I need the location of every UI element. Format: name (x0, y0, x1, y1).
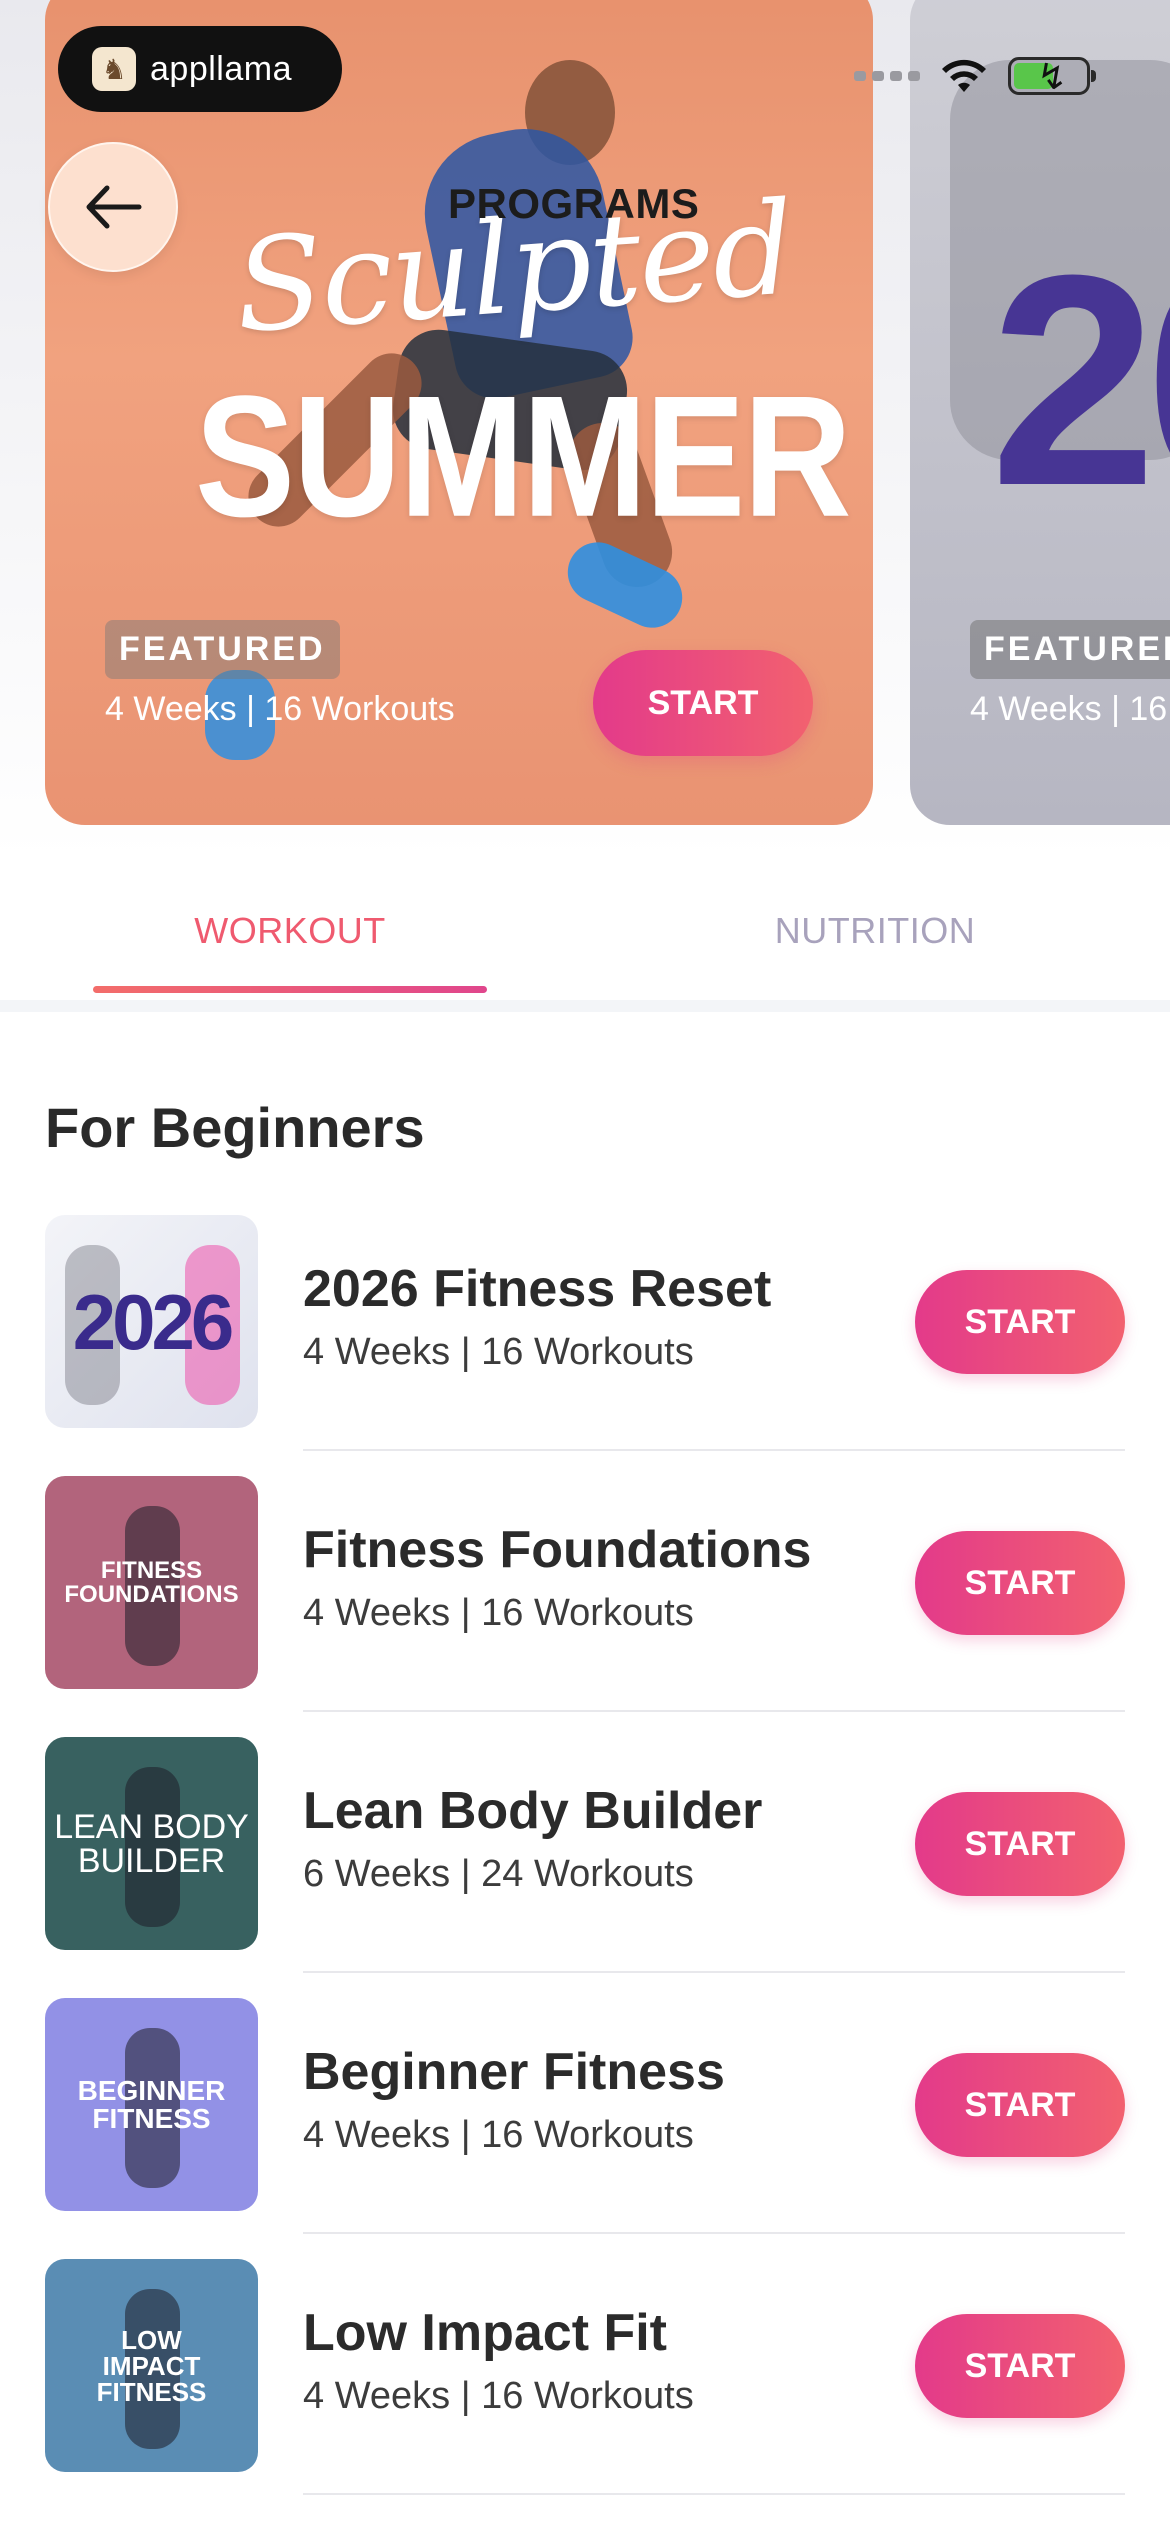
program-meta: 4 Weeks | 16 Workouts (303, 1331, 694, 1373)
arrow-left-icon (86, 185, 142, 229)
thumbnail-text: LOW IMPACT FITNESS (96, 2324, 207, 2407)
next-featured-badge: FEATURED (970, 620, 1170, 679)
program-meta: 6 Weeks | 24 Workouts (303, 1853, 694, 1895)
back-button[interactable] (48, 142, 178, 272)
battery-icon: ↯ (1008, 56, 1096, 97)
featured-carousel[interactable]: Sculpted SUMMER FEATURED 4 Weeks | 16 Wo… (0, 0, 1170, 860)
row-divider (303, 2232, 1125, 2234)
start-button[interactable]: START (915, 2053, 1125, 2157)
start-button[interactable]: START (915, 1270, 1125, 1374)
thumbnail-text: FITNESS FOUNDATIONS (64, 1556, 239, 1608)
featured-badge: FEATURED (105, 620, 340, 679)
list-item[interactable]: FITNESS FOUNDATIONS Fitness Foundations … (0, 1476, 1170, 1737)
next-program-card[interactable]: 20 FEATURED 4 Weeks | 16 (910, 0, 1170, 825)
app-brand-label: appllama (150, 49, 292, 88)
status-indicators: ↯ (854, 56, 1096, 97)
row-divider (303, 2493, 1125, 2495)
program-thumbnail: LOW IMPACT FITNESS (45, 2259, 258, 2472)
list-item[interactable]: BEGINNER FITNESS Beginner Fitness 4 Week… (0, 1998, 1170, 2259)
row-divider (303, 1449, 1125, 1451)
program-title: Beginner Fitness (303, 2043, 725, 2101)
next-program-cover-text: 20 (990, 212, 1170, 548)
section-divider (0, 1000, 1170, 1012)
program-meta: 4 Weeks | 16 Workouts (303, 2114, 694, 2156)
page-title: PROGRAMS (448, 180, 700, 227)
start-button[interactable]: START (915, 1792, 1125, 1896)
row-divider (303, 1971, 1125, 1973)
thumbnail-text: 2026 (72, 1277, 235, 1366)
wifi-icon (942, 59, 986, 92)
active-tab-indicator (93, 986, 487, 993)
featured-start-button[interactable]: START (593, 650, 813, 756)
program-thumbnail: FITNESS FOUNDATIONS (45, 1476, 258, 1689)
list-item[interactable]: 2026 2026 Fitness Reset 4 Weeks | 16 Wor… (0, 1215, 1170, 1476)
program-list: 2026 2026 Fitness Reset 4 Weeks | 16 Wor… (0, 1215, 1170, 2520)
program-title: Lean Body Builder (303, 1782, 763, 1840)
program-title: Low Impact Fit (303, 2304, 667, 2362)
list-item[interactable]: LEAN BODY BUILDER Lean Body Builder 6 We… (0, 1737, 1170, 1998)
start-button[interactable]: START (915, 1531, 1125, 1635)
row-divider (303, 1710, 1125, 1712)
start-button[interactable]: START (915, 2314, 1125, 2418)
program-meta: 4 Weeks | 16 Workouts (303, 2375, 694, 2417)
program-title: Fitness Foundations (303, 1521, 812, 1579)
program-thumbnail: BEGINNER FITNESS (45, 1998, 258, 2211)
program-thumbnail: 2026 (45, 1215, 258, 1428)
section-title: For Beginners (45, 1096, 425, 1159)
next-program-meta: 4 Weeks | 16 (970, 690, 1168, 728)
thumbnail-text: BEGINNER FITNESS (77, 2074, 226, 2134)
tab-workout[interactable]: WORKOUT (0, 910, 580, 952)
cellular-signal-icon (854, 71, 920, 81)
program-thumbnail: LEAN BODY BUILDER (45, 1737, 258, 1950)
llama-icon: ♞ (92, 47, 136, 91)
thumbnail-text: LEAN BODY BUILDER (54, 1807, 249, 1880)
featured-program-card[interactable]: Sculpted SUMMER FEATURED 4 Weeks | 16 Wo… (45, 0, 873, 825)
featured-title: SUMMER (195, 359, 852, 553)
app-badge: ♞ appllama (58, 26, 342, 112)
tab-bar: WORKOUT NUTRITION (0, 860, 1170, 1000)
tab-nutrition[interactable]: NUTRITION (585, 910, 1165, 952)
program-meta: 4 Weeks | 16 Workouts (303, 1592, 694, 1634)
charging-bolt-icon: ↯ (1037, 56, 1068, 97)
featured-meta: 4 Weeks | 16 Workouts (105, 690, 455, 728)
list-item[interactable]: LOW IMPACT FITNESS Low Impact Fit 4 Week… (0, 2259, 1170, 2520)
program-title: 2026 Fitness Reset (303, 1260, 772, 1318)
